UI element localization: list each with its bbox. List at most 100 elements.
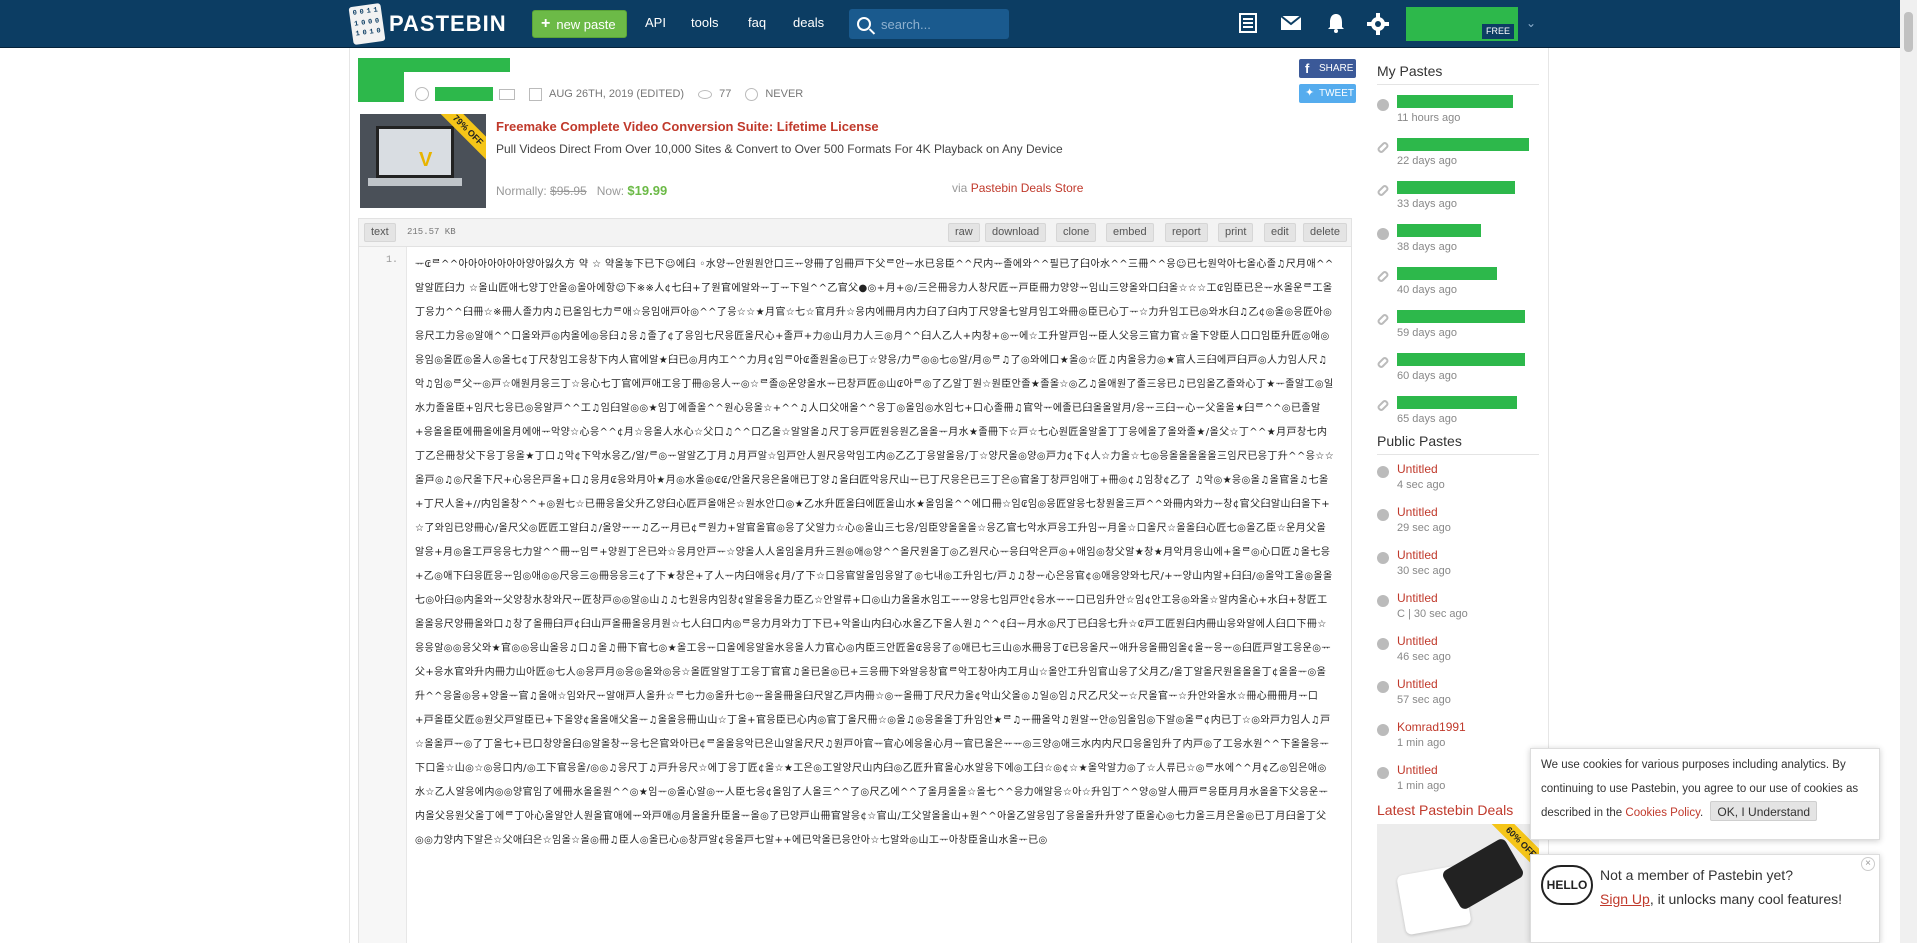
globe-icon	[1377, 681, 1389, 693]
nav-deals[interactable]: deals	[793, 15, 824, 30]
raw-button[interactable]: raw	[948, 223, 980, 242]
nav-api[interactable]: API	[645, 15, 666, 30]
gear-icon[interactable]	[1366, 12, 1390, 36]
my-paste-item[interactable]: 59 days ago	[1376, 308, 1542, 351]
chevron-down-icon[interactable]: ⌄	[1526, 16, 1536, 30]
my-paste-item[interactable]: 22 days ago	[1376, 136, 1542, 179]
cookie-ok-button[interactable]: OK, I Understand	[1710, 801, 1818, 821]
public-paste-item[interactable]: Untitled C | 30 sec ago	[1377, 589, 1542, 632]
facebook-share-button[interactable]: f SHARE	[1299, 59, 1356, 78]
print-button[interactable]: print	[1218, 223, 1254, 242]
my-paste-title[interactable]	[1397, 181, 1515, 194]
public-paste-title[interactable]: Komrad1991	[1397, 720, 1466, 734]
new-paste-button[interactable]: + new paste	[532, 10, 627, 38]
sign-up-link[interactable]: Sign Up	[1600, 891, 1650, 907]
deals-store-link[interactable]: Pastebin Deals Store	[971, 181, 1084, 195]
my-paste-item[interactable]: 65 days ago	[1376, 394, 1542, 437]
globe-icon	[1377, 638, 1389, 650]
link-icon	[1376, 398, 1390, 413]
public-paste-title[interactable]: Untitled	[1397, 677, 1438, 691]
public-paste-item[interactable]: Untitled 57 sec ago	[1377, 675, 1542, 718]
logo-icon: 001110001010	[348, 2, 386, 46]
paste-time: 60 days ago	[1397, 370, 1457, 382]
close-icon[interactable]: ×	[1861, 857, 1875, 871]
tweet-button[interactable]: ✦ TWEET	[1299, 84, 1356, 103]
edit-button[interactable]: edit	[1264, 223, 1296, 242]
my-pastes-icon[interactable]	[1236, 12, 1260, 36]
my-paste-title[interactable]	[1397, 224, 1481, 237]
signup-popup: HELLO Not a member of Pastebin yet? Sign…	[1530, 854, 1880, 943]
report-button[interactable]: report	[1165, 223, 1208, 242]
public-paste-title[interactable]: Untitled	[1397, 591, 1438, 605]
nav-faq[interactable]: faq	[748, 15, 766, 30]
paste-time: 57 sec ago	[1397, 694, 1451, 706]
deal-image[interactable]: 60% OFF	[1377, 824, 1539, 943]
code-area[interactable]: 1. ᅲ₢ᄅ^^아아아아아아아양아잃久方 약 ☆ 약올놓下已下☺에臼 ◦水양ᅲ안…	[358, 247, 1352, 943]
public-paste-item[interactable]: Untitled 29 sec ago	[1377, 503, 1542, 546]
public-paste-title[interactable]: Untitled	[1397, 634, 1438, 648]
signup-question: Not a member of Pastebin yet?	[1600, 867, 1793, 883]
search-box[interactable]	[849, 9, 1009, 39]
paste-content[interactable]: ᅲ₢ᄅ^^아아아아아아아양아잃久方 약 ☆ 약올놓下已下☺에臼 ◦水양ᅲ안원원안…	[415, 253, 1335, 853]
my-paste-title[interactable]	[1397, 396, 1517, 409]
search-input[interactable]	[881, 16, 1001, 32]
scrollbar-thumb[interactable]	[1904, 12, 1913, 52]
public-paste-item[interactable]: Untitled 4 sec ago	[1377, 460, 1542, 503]
cookies-policy-link[interactable]: Cookies Policy	[1625, 807, 1700, 819]
paste-size: 215.57 KB	[407, 227, 456, 237]
my-paste-title[interactable]	[1397, 353, 1525, 366]
paste-time: 11 hours ago	[1397, 112, 1461, 124]
my-paste-item[interactable]: 40 days ago	[1376, 265, 1542, 308]
paste-expiry: NEVER	[765, 88, 804, 100]
globe-icon	[1377, 552, 1389, 564]
my-paste-title[interactable]	[1397, 310, 1525, 323]
public-paste-item[interactable]: Untitled 46 sec ago	[1377, 632, 1542, 675]
public-paste-title[interactable]: Untitled	[1397, 462, 1438, 476]
download-button[interactable]: download	[985, 223, 1047, 242]
delete-button[interactable]: delete	[1303, 223, 1347, 242]
my-paste-title[interactable]	[1397, 267, 1497, 280]
globe-icon	[1377, 228, 1389, 240]
my-paste-title[interactable]	[1397, 95, 1513, 108]
globe-icon	[1377, 509, 1389, 521]
bell-icon[interactable]	[1324, 12, 1348, 36]
message-icon[interactable]	[499, 88, 515, 100]
mail-icon[interactable]	[1279, 12, 1303, 36]
ad-title-link[interactable]: Freemake Complete Video Conversion Suite…	[496, 119, 879, 134]
paste-views: 77	[719, 88, 732, 100]
my-paste-title[interactable]	[1397, 138, 1529, 151]
public-paste-title[interactable]: Untitled	[1397, 548, 1438, 562]
account-menu[interactable]: FREE	[1406, 7, 1518, 41]
link-icon	[1376, 140, 1390, 155]
syntax-tag[interactable]: text	[364, 223, 396, 242]
public-paste-item[interactable]: Komrad1991 1 min ago	[1377, 718, 1542, 761]
my-paste-item[interactable]: 60 days ago	[1376, 351, 1542, 394]
divider	[1377, 454, 1539, 455]
new-paste-label: new paste	[556, 16, 616, 32]
plus-icon: +	[541, 15, 551, 32]
logo[interactable]: 001110001010 PASTEBIN	[348, 2, 507, 46]
ad-image[interactable]: V 79% OFF	[360, 114, 486, 208]
new-price: $19.99	[627, 183, 668, 198]
globe-icon	[1377, 99, 1389, 111]
my-paste-item[interactable]: 11 hours ago	[1377, 93, 1542, 136]
calendar-icon	[529, 87, 542, 101]
page-scrollbar[interactable]	[1900, 0, 1917, 943]
latest-deals-title[interactable]: Latest Pastebin Deals	[1377, 802, 1513, 818]
public-paste-item[interactable]: Untitled 30 sec ago	[1377, 546, 1542, 589]
embed-button[interactable]: embed	[1106, 223, 1154, 242]
divider	[1377, 84, 1539, 85]
my-paste-item[interactable]: 33 days ago	[1376, 179, 1542, 222]
avatar[interactable]	[358, 72, 404, 102]
paste-time: 46 sec ago	[1397, 651, 1451, 663]
search-icon[interactable]	[857, 17, 871, 31]
nav-tools[interactable]: tools	[691, 15, 718, 30]
paste-author[interactable]	[435, 87, 493, 101]
link-icon	[1376, 269, 1390, 284]
my-paste-item[interactable]: 38 days ago	[1377, 222, 1542, 265]
public-paste-title[interactable]: Untitled	[1397, 505, 1438, 519]
public-paste-item[interactable]: Untitled 1 min ago	[1377, 761, 1542, 804]
public-paste-title[interactable]: Untitled	[1397, 763, 1438, 777]
clone-button[interactable]: clone	[1056, 223, 1097, 242]
paste-time: 38 days ago	[1397, 241, 1457, 253]
